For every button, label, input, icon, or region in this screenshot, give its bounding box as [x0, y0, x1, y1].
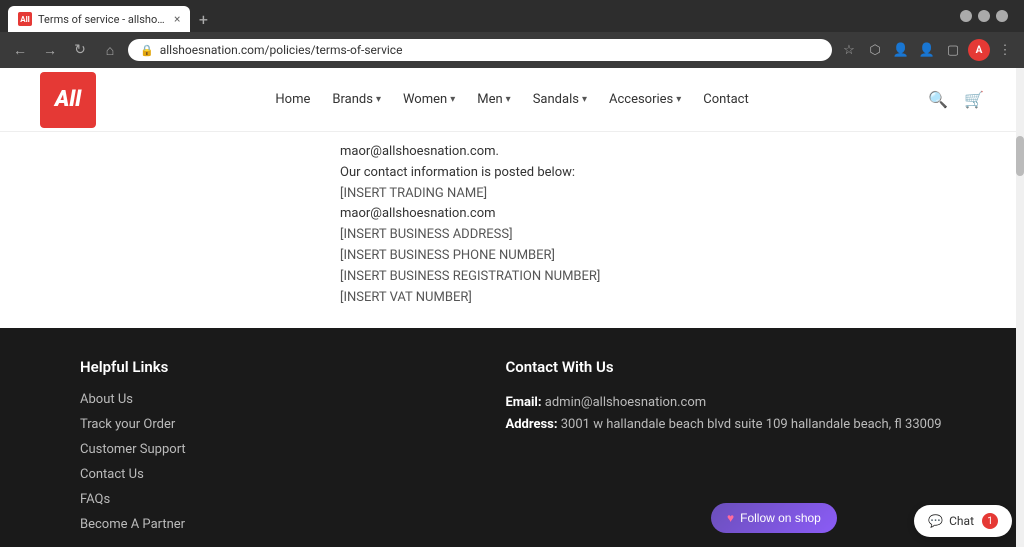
site-nav: Home Brands▾ Women▾ Men▾ Sandals▾ Acceso… [275, 92, 748, 107]
content-line-4: [INSERT BUSINESS ADDRESS] [340, 225, 684, 246]
site-footer: Helpful Links About Us Track your Order … [0, 328, 1024, 547]
address-text: allshoesnation.com/policies/terms-of-ser… [160, 43, 403, 57]
site-header: All Home Brands▾ Women▾ Men▾ Sandals▾ Ac… [0, 68, 1024, 132]
content-line-5: [INSERT BUSINESS PHONE NUMBER] [340, 246, 684, 267]
new-tab-button[interactable]: + [190, 6, 216, 32]
nav-women[interactable]: Women▾ [403, 92, 455, 107]
women-chevron: ▾ [450, 94, 455, 105]
chat-label: Chat [949, 514, 974, 528]
scroll-track [1016, 68, 1024, 547]
content-line-0: maor@allshoesnation.com. [340, 142, 684, 163]
extensions-icon[interactable]: ⬡ [864, 39, 886, 61]
nav-brands[interactable]: Brands▾ [332, 92, 381, 107]
tab-close-button[interactable]: × [174, 12, 180, 26]
cart-icon[interactable]: 🛒 [964, 90, 984, 109]
helpful-links-heading: Helpful Links [80, 358, 445, 376]
address-bar[interactable]: 🔒 allshoesnation.com/policies/terms-of-s… [128, 39, 832, 61]
follow-shop-label: Follow on shop [740, 511, 821, 525]
contact-info: Email: admin@allshoesnation.com Address:… [505, 392, 944, 436]
brands-chevron: ▾ [376, 94, 381, 105]
content-line-6: [INSERT BUSINESS REGISTRATION NUMBER] [340, 267, 684, 288]
refresh-button[interactable]: ↻ [68, 38, 92, 62]
sandals-chevron: ▾ [582, 94, 587, 105]
footer-link-support[interactable]: Customer Support [80, 442, 445, 457]
minimize-button[interactable] [960, 10, 972, 22]
browser-chrome: All Terms of service - allshoesnati... ×… [0, 0, 1024, 68]
footer-top: Helpful Links About Us Track your Order … [0, 328, 1024, 547]
nav-accessories[interactable]: Accesories▾ [609, 92, 681, 107]
star-icon[interactable]: ☆ [838, 39, 860, 61]
tab-title: Terms of service - allshoesnati... [38, 13, 168, 26]
profile-icon-2[interactable]: 👤 [916, 39, 938, 61]
nav-home[interactable]: Home [275, 92, 310, 107]
site-logo[interactable]: All [40, 72, 96, 128]
email-label: Email: [505, 395, 541, 410]
helpful-links-col: Helpful Links About Us Track your Order … [80, 358, 445, 542]
accessories-chevron: ▾ [676, 94, 681, 105]
nav-men[interactable]: Men▾ [477, 92, 510, 107]
main-content: maor@allshoesnation.com. Our contact inf… [0, 132, 1024, 547]
nav-sandals[interactable]: Sandals▾ [533, 92, 587, 107]
contact-email: admin@allshoesnation.com [545, 395, 706, 410]
tab-favicon: All [18, 12, 32, 26]
close-window-button[interactable] [996, 10, 1008, 22]
content-line-2: [INSERT TRADING NAME] [340, 184, 684, 205]
content-line-1: Our contact information is posted below: [340, 163, 684, 184]
contact-address: 3001 w hallandale beach blvd suite 109 h… [561, 417, 942, 432]
content-line-3: maor@allshoesnation.com [340, 204, 684, 225]
toolbar-icons: ☆ ⬡ 👤 👤 ▢ A ⋮ [838, 39, 1016, 61]
chat-icon: 💬 [928, 514, 943, 528]
browser-tab-bar: All Terms of service - allshoesnati... ×… [0, 0, 1024, 32]
maximize-button[interactable] [978, 10, 990, 22]
lock-icon: 🔒 [140, 44, 154, 57]
footer-link-contact[interactable]: Contact Us [80, 467, 445, 482]
content-text-area: maor@allshoesnation.com. Our contact inf… [0, 132, 1024, 328]
men-chevron: ▾ [506, 94, 511, 105]
profile-icon-1[interactable]: 👤 [890, 39, 912, 61]
window-icon[interactable]: ▢ [942, 39, 964, 61]
footer-link-faqs[interactable]: FAQs [80, 492, 445, 507]
browser-tab[interactable]: All Terms of service - allshoesnati... × [8, 6, 190, 32]
footer-link-about[interactable]: About Us [80, 392, 445, 407]
menu-icon[interactable]: ⋮ [994, 39, 1016, 61]
chat-button[interactable]: 💬 Chat 1 [914, 505, 1012, 537]
page-wrapper: All Home Brands▾ Women▾ Men▾ Sandals▾ Ac… [0, 68, 1024, 547]
footer-link-track[interactable]: Track your Order [80, 417, 445, 432]
user-avatar[interactable]: A [968, 39, 990, 61]
forward-button[interactable]: → [38, 38, 62, 62]
scroll-thumb[interactable] [1016, 136, 1024, 176]
back-button[interactable]: ← [8, 38, 32, 62]
contact-heading: Contact With Us [505, 358, 944, 376]
nav-contact[interactable]: Contact [703, 92, 748, 107]
header-actions: 🔍 🛒 [928, 90, 984, 109]
chat-badge: 1 [982, 513, 998, 529]
content-line-7: [INSERT VAT NUMBER] [340, 288, 684, 309]
address-label: Address: [505, 417, 557, 432]
home-button[interactable]: ⌂ [98, 38, 122, 62]
browser-toolbar: ← → ↻ ⌂ 🔒 allshoesnation.com/policies/te… [0, 32, 1024, 68]
search-icon[interactable]: 🔍 [928, 90, 948, 109]
heart-icon: ♥ [727, 511, 734, 525]
footer-link-partner[interactable]: Become A Partner [80, 517, 445, 532]
follow-on-shop-button[interactable]: ♥ Follow on shop [711, 503, 837, 533]
window-controls [960, 10, 1016, 28]
